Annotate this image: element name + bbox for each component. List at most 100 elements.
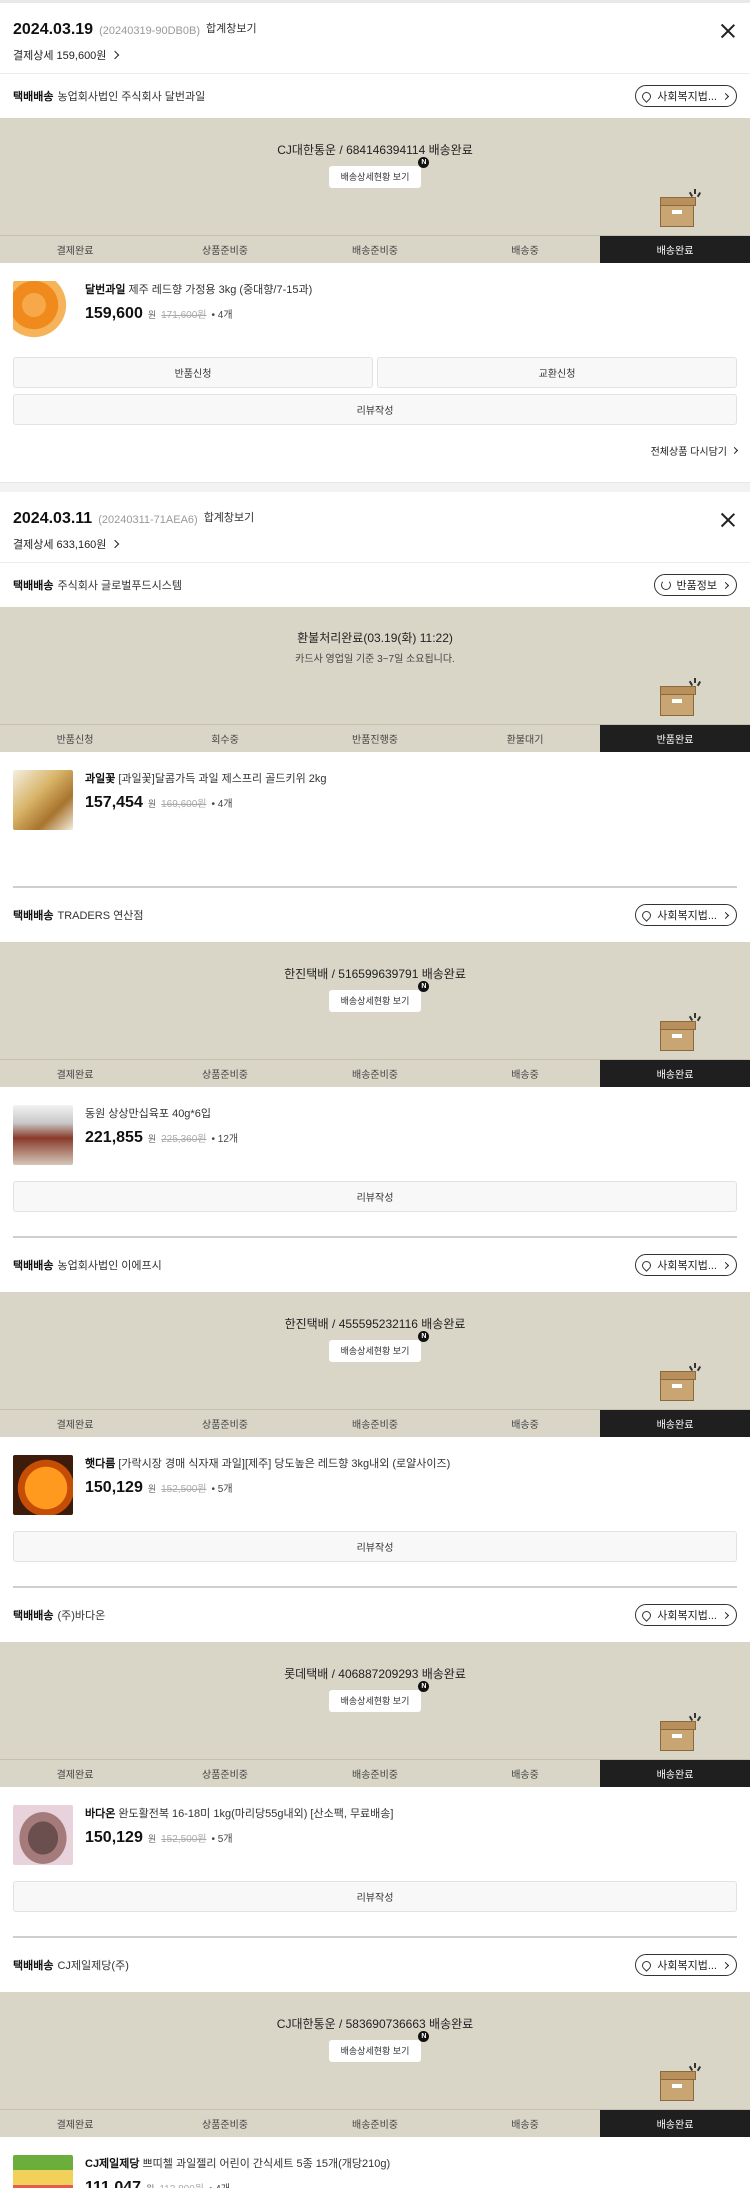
payment-detail-link[interactable]: 결제상세 633,160원: [13, 536, 120, 552]
tracking-detail-button[interactable]: 배송상세현황 보기 N: [328, 2031, 430, 2062]
shipment-block: 택배배송 주식회사 글로벌푸드시스템 반품정보 환불처리완료(03.19(화) 1…: [0, 563, 750, 886]
tracking-panel: 한진택배 / 455595232116 배송완료 배송상세현황 보기 N: [0, 1292, 750, 1409]
product-thumbnail[interactable]: [13, 770, 73, 830]
chevron-right-icon: [730, 446, 739, 455]
order-date: 2024.03.19: [13, 21, 94, 38]
product-price: 221,855: [85, 1129, 143, 1146]
step-item: 반품신청: [56, 735, 94, 746]
location-pin-icon: [640, 1958, 654, 1972]
delivery-box-icon: [660, 197, 696, 227]
original-price: 152,500원: [161, 1484, 207, 1495]
address-button[interactable]: 사회복지법...: [635, 85, 737, 107]
chevron-right-icon: [111, 539, 120, 549]
chevron-right-icon: [721, 581, 730, 589]
tracking-detail-button[interactable]: 배송상세현황 보기 N: [328, 981, 430, 1012]
product-quantity: • 5개: [211, 1834, 233, 1845]
order-card: 2024.03.11 (20240311-71AEA6) 합계창보기 결제상세 …: [0, 492, 750, 2188]
address-button[interactable]: 사회복지법...: [635, 904, 737, 926]
chevron-right-icon: [111, 50, 120, 60]
shipment-seller: 택배배송 (주)바다온: [13, 1610, 106, 1622]
combined-view-link[interactable]: 합계창보기: [204, 509, 255, 525]
close-icon[interactable]: [720, 512, 736, 528]
tracking-panel: 롯데택배 / 406887209293 배송완료 배송상세현황 보기 N: [0, 1642, 750, 1759]
close-icon[interactable]: [720, 23, 736, 39]
step-item: 회수중: [211, 735, 239, 746]
product-row[interactable]: CJ제일제당 쁘띠첼 과일젤리 어린이 간식세트 5종 15개(개당210g) 1…: [0, 2137, 750, 2188]
new-badge: N: [418, 157, 430, 168]
tracking-detail-button[interactable]: 배송상세현황 보기 N: [328, 157, 430, 188]
combined-view-link[interactable]: 합계창보기: [206, 20, 257, 36]
write-review-button[interactable]: 리뷰작성: [13, 1531, 737, 1562]
payment-detail-link[interactable]: 결제상세 159,600원: [13, 47, 120, 63]
step-item: 결제완료: [56, 1420, 94, 1431]
product-quantity: • 12개: [211, 1134, 239, 1145]
step-item-active: 배송완료: [600, 1060, 750, 1087]
tracking-panel: CJ대한통운 / 684146394114 배송완료 배송상세현황 보기 N: [0, 118, 750, 235]
product-price: 159,600: [85, 305, 143, 322]
currency-unit: 원: [147, 310, 157, 320]
delivery-box-icon: [660, 686, 696, 716]
product-thumbnail[interactable]: [13, 1455, 73, 1515]
step-item: 환불대기: [506, 735, 544, 746]
reorder-all-link[interactable]: 전체상품 다시담기: [0, 425, 750, 458]
step-item: 배송중: [511, 1420, 539, 1431]
step-item: 결제완료: [56, 246, 94, 257]
return-info-button[interactable]: 반품정보: [653, 574, 737, 596]
step-item: 반품진행중: [352, 735, 398, 746]
shipment-block: 택배배송 CJ제일제당(주) 사회복지법... CJ대한통운 / 58369073…: [0, 1938, 750, 2188]
step-item: 결제완료: [56, 2120, 94, 2131]
product-row[interactable]: 달번과일 제주 레드향 가정용 3kg (중대향/7-15과) 159,600 원…: [0, 263, 750, 341]
return-request-button[interactable]: 반품신청: [13, 357, 373, 388]
product-row[interactable]: 동원 상상만십육포 40g*6입 221,855 원 225,360원 • 12…: [0, 1087, 750, 1165]
product-row[interactable]: 햇다름 [가락시장 경매 식자재 과일][제주] 당도높은 레드향 3kg내외 (…: [0, 1437, 750, 1515]
address-button[interactable]: 사회복지법...: [635, 1254, 737, 1276]
tracking-detail-button[interactable]: 배송상세현황 보기 N: [328, 1331, 430, 1362]
step-item: 배송준비중: [352, 246, 398, 257]
step-item: 결제완료: [56, 1070, 94, 1081]
product-row[interactable]: 바다온 완도활전복 16-18미 1kg(마리당55g내외) [산소팩, 무료배송…: [0, 1787, 750, 1865]
tracking-message: 한진택배 / 516599639791 배송완료: [284, 967, 466, 981]
step-item-active: 배송완료: [600, 1410, 750, 1437]
progress-steps: 결제완료 상품준비중 배송준비중 배송중 배송완료: [0, 235, 750, 263]
shipment-header: 택배배송 주식회사 글로벌푸드시스템 반품정보: [0, 563, 750, 607]
address-button[interactable]: 사회복지법...: [635, 1604, 737, 1626]
step-item-active: 배송완료: [600, 1760, 750, 1787]
step-item: 상품준비중: [202, 1070, 248, 1081]
delivery-box-icon: [660, 1021, 696, 1051]
new-badge: N: [418, 1331, 430, 1342]
product-row[interactable]: 과일꽃 [과일꽃]달콤가득 과일 제스프리 골드키위 2kg 157,454 원 …: [0, 752, 750, 830]
chevron-right-icon: [721, 92, 730, 100]
currency-unit: 원: [147, 1484, 157, 1494]
product-name: 과일꽃 [과일꽃]달콤가득 과일 제스프리 골드키위 2kg: [85, 773, 327, 785]
shipment-header: 택배배송 TRADERS 연산점 사회복지법...: [0, 888, 750, 942]
product-thumbnail[interactable]: [13, 1105, 73, 1165]
product-name: 바다온 완도활전복 16-18미 1kg(마리당55g내외) [산소팩, 무료배송…: [85, 1808, 394, 1820]
shipment-seller: 택배배송 CJ제일제당(주): [13, 1960, 129, 1972]
location-pin-icon: [640, 1608, 654, 1622]
write-review-button[interactable]: 리뷰작성: [13, 394, 737, 425]
currency-unit: 원: [147, 799, 157, 809]
shipment-block: 택배배송 TRADERS 연산점 사회복지법... 한진택배 / 51659963…: [0, 888, 750, 1236]
shipment-block: 택배배송 (주)바다온 사회복지법... 롯데택배 / 406887209293 …: [0, 1588, 750, 1936]
product-price: 150,129: [85, 1479, 143, 1496]
step-item: 배송준비중: [352, 1420, 398, 1431]
write-review-button[interactable]: 리뷰작성: [13, 1181, 737, 1212]
product-quantity: • 4개: [211, 310, 233, 321]
new-badge: N: [418, 2031, 430, 2042]
product-thumbnail[interactable]: [13, 1805, 73, 1865]
write-review-button[interactable]: 리뷰작성: [13, 1881, 737, 1912]
currency-unit: 원: [147, 1834, 157, 1844]
progress-steps: 결제완료 상품준비중 배송준비중 배송중 배송완료: [0, 2109, 750, 2137]
progress-steps: 결제완료 상품준비중 배송준비중 배송중 배송완료: [0, 1759, 750, 1787]
original-price: 112,800원: [159, 2180, 204, 2188]
chevron-right-icon: [721, 1961, 730, 1969]
product-name: 햇다름 [가락시장 경매 식자재 과일][제주] 당도높은 레드향 3kg내외 (…: [85, 1458, 451, 1470]
exchange-request-button[interactable]: 교환신청: [377, 357, 737, 388]
step-item: 배송중: [511, 1770, 539, 1781]
step-item: 배송준비중: [352, 1070, 398, 1081]
tracking-detail-button[interactable]: 배송상세현황 보기 N: [328, 1681, 430, 1712]
product-thumbnail[interactable]: [13, 2155, 73, 2188]
product-thumbnail[interactable]: [13, 281, 73, 341]
address-button[interactable]: 사회복지법...: [635, 1954, 737, 1976]
product-quantity: • 4개: [211, 799, 233, 810]
